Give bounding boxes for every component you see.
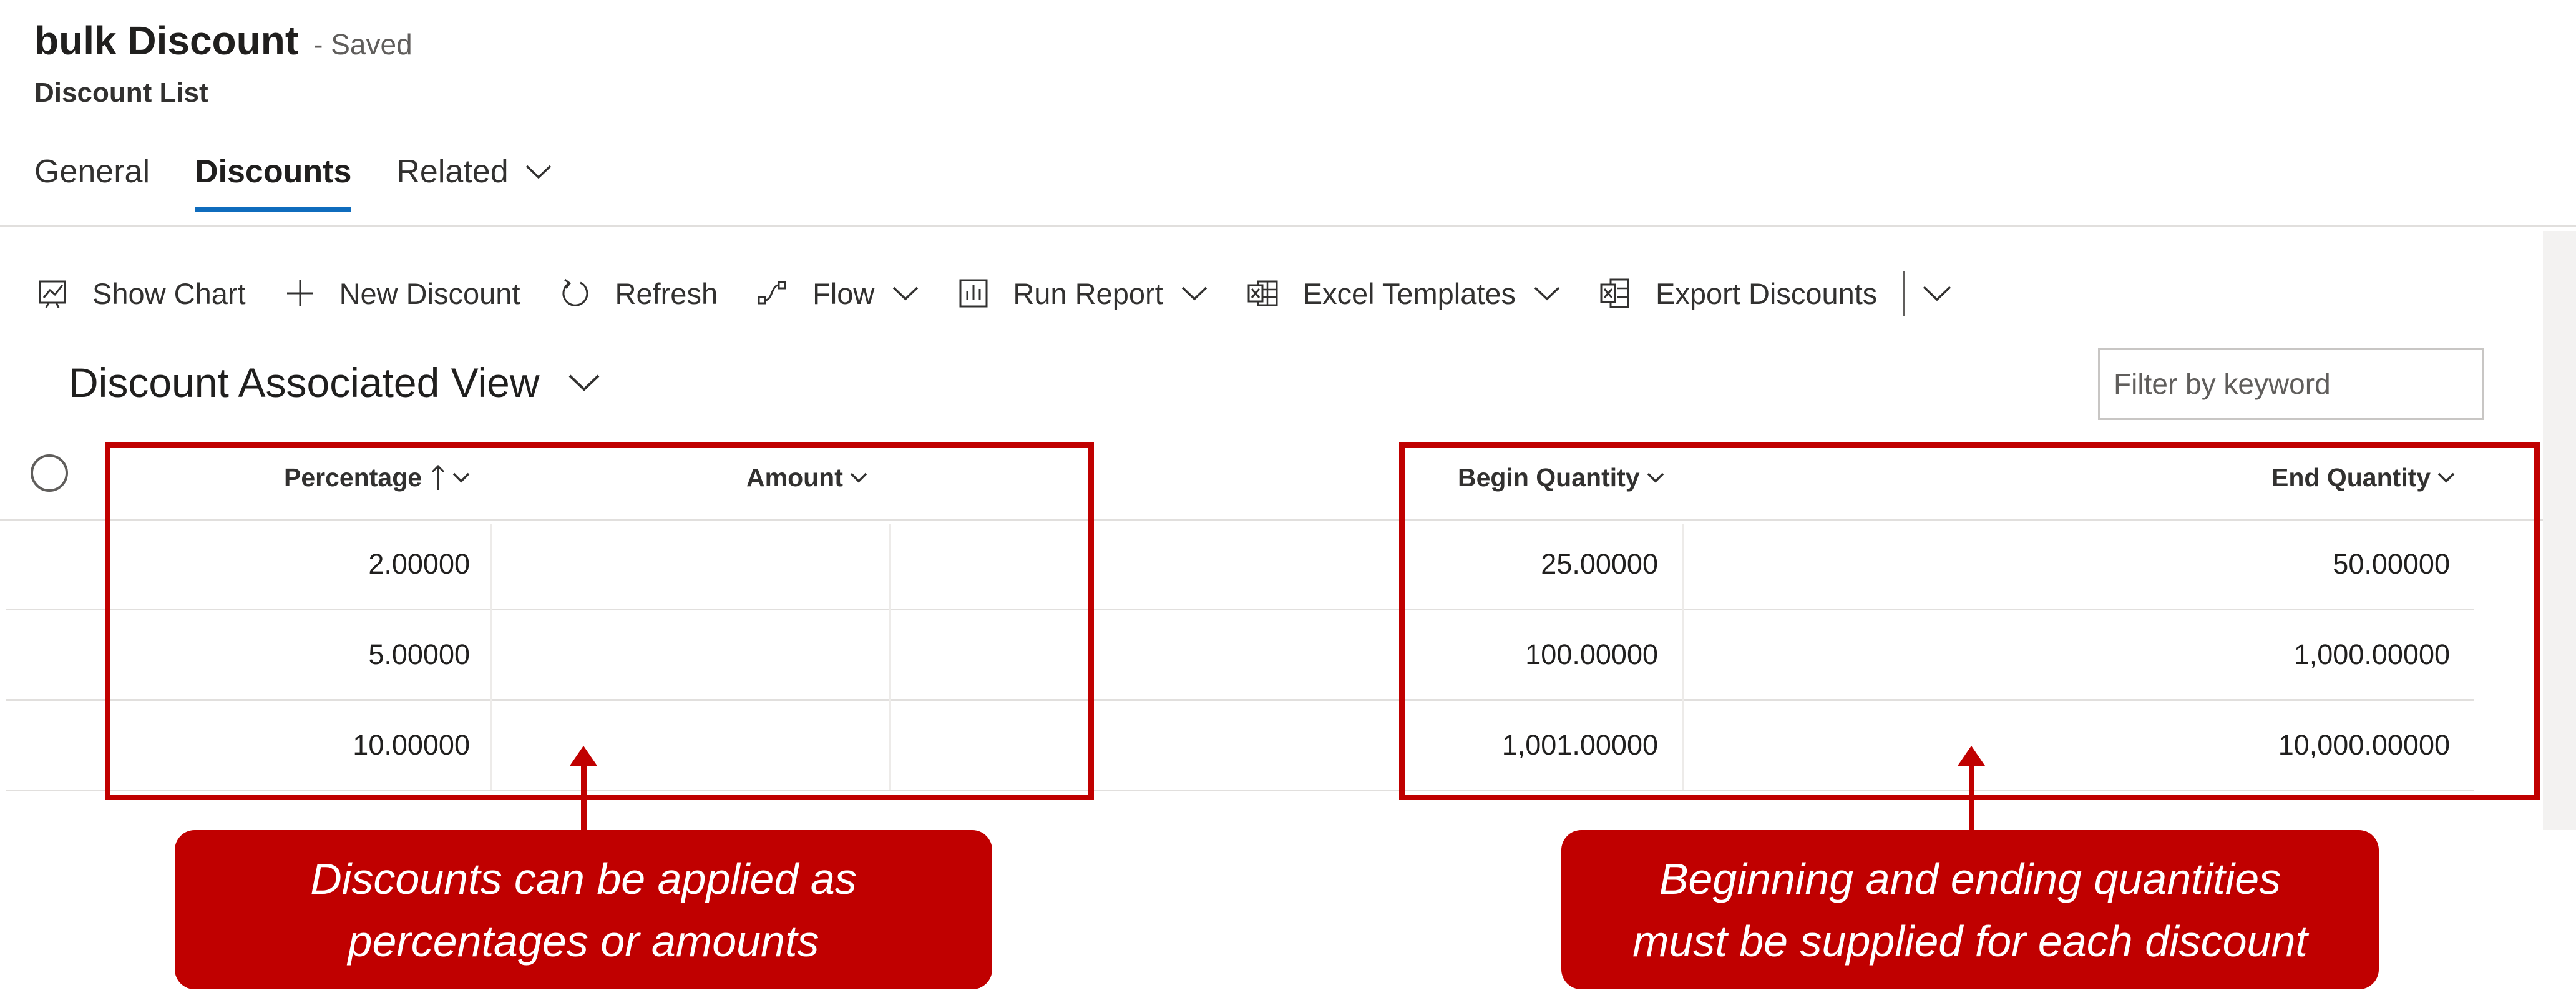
entity-name: Discount List (34, 77, 208, 108)
tab-general[interactable]: General (34, 153, 150, 212)
flow-icon (756, 277, 789, 310)
form-tabs: General Discounts Related (34, 153, 597, 225)
command-bar: Show Chart New Discount Refresh Flow Run… (37, 268, 1953, 318)
chevron-down-icon (892, 285, 919, 301)
tab-related[interactable]: Related (396, 153, 552, 212)
chevron-down-icon (1533, 285, 1561, 301)
form-title: bulk Discount (34, 18, 299, 63)
header-divider (0, 225, 2576, 227)
run-report-button[interactable]: Run Report (958, 276, 1208, 311)
callout-right: Beginning and ending quantities must be … (1561, 830, 2379, 989)
chevron-down-icon (567, 373, 601, 393)
tab-discounts[interactable]: Discounts (195, 153, 352, 212)
tab-discounts-label: Discounts (195, 154, 352, 190)
excel-icon (1247, 278, 1279, 309)
more-commands-chevron-icon[interactable] (1921, 284, 1953, 303)
saved-status: - Saved (313, 28, 412, 61)
flow-label: Flow (812, 276, 875, 310)
form-page: bulk Discount - Saved Discount List Gene… (0, 0, 2576, 1003)
excel-export-icon (1599, 277, 1632, 310)
highlight-box-left (105, 442, 1094, 800)
excel-templates-label: Excel Templates (1302, 276, 1516, 310)
arrow-stem-left (581, 765, 587, 833)
view-name: Discount Associated View (69, 360, 540, 406)
grid-scroll-gutter (2543, 231, 2576, 830)
callout-left-line2: percentages or amounts (348, 916, 819, 966)
show-chart-label: Show Chart (92, 276, 246, 310)
new-discount-label: New Discount (339, 276, 520, 310)
arrow-head-left (570, 746, 597, 766)
tab-related-label: Related (396, 154, 509, 190)
chart-icon (37, 278, 69, 309)
flow-button[interactable]: Flow (756, 276, 919, 311)
refresh-icon (559, 277, 592, 310)
tab-general-label: General (34, 154, 150, 190)
callout-left-line1: Discounts can be applied as (310, 854, 857, 903)
report-icon (958, 278, 989, 309)
view-selector[interactable]: Discount Associated View (69, 359, 601, 406)
chevron-down-icon (1181, 285, 1208, 301)
form-header: bulk Discount - Saved (34, 17, 412, 64)
show-chart-button[interactable]: Show Chart (37, 276, 246, 311)
plus-icon (285, 278, 316, 309)
refresh-label: Refresh (615, 276, 718, 310)
export-discounts-label: Export Discounts (1656, 276, 1878, 310)
new-discount-button[interactable]: New Discount (285, 276, 520, 311)
export-discounts-button[interactable]: Export Discounts (1599, 276, 1877, 311)
callout-right-line2: must be supplied for each discount (1632, 916, 2308, 966)
command-bar-separator (1903, 271, 1906, 316)
callout-left: Discounts can be applied as percentages … (175, 830, 992, 989)
arrow-stem-right (1969, 765, 1974, 833)
refresh-button[interactable]: Refresh (559, 276, 718, 311)
excel-templates-button[interactable]: Excel Templates (1247, 276, 1561, 311)
select-all-checkbox[interactable] (31, 454, 68, 492)
run-report-label: Run Report (1013, 276, 1163, 310)
callout-right-line1: Beginning and ending quantities (1659, 854, 2281, 903)
arrow-head-right (1958, 746, 1985, 766)
chevron-down-icon (525, 164, 552, 180)
filter-by-keyword-input[interactable] (2098, 348, 2484, 420)
